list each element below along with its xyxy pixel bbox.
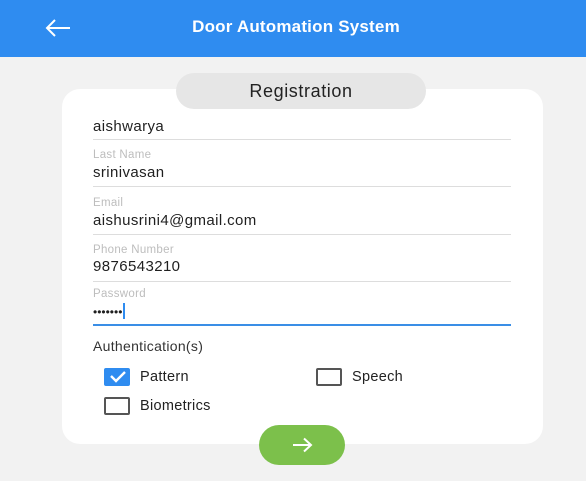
password-field[interactable]: Password ••••••• xyxy=(93,288,511,326)
arrow-right-icon xyxy=(293,437,313,453)
password-label: Password xyxy=(93,288,146,300)
phone-number-label: Phone Number xyxy=(93,244,174,256)
app-title: Door Automation System xyxy=(192,17,400,36)
first-name-field[interactable]: aishwarya xyxy=(93,112,511,140)
email-field[interactable]: Email aishusrini4@gmail.com xyxy=(93,194,511,235)
last-name-field[interactable]: Last Name srinivasan xyxy=(93,146,511,187)
last-name-value: srinivasan xyxy=(93,164,165,181)
text-cursor xyxy=(123,303,126,319)
registration-heading: Registration xyxy=(176,73,426,109)
speech-option[interactable]: Speech xyxy=(316,367,403,387)
biometrics-label: Biometrics xyxy=(140,398,211,414)
speech-checkbox[interactable] xyxy=(316,368,342,386)
email-label: Email xyxy=(93,197,124,209)
phone-number-field[interactable]: Phone Number 9876543210 xyxy=(93,241,511,282)
speech-label: Speech xyxy=(352,369,403,385)
app-bar: Door Automation System xyxy=(0,0,586,57)
email-value: aishusrini4@gmail.com xyxy=(93,212,257,229)
first-name-value: aishwarya xyxy=(93,118,165,135)
pattern-checkbox[interactable] xyxy=(104,368,130,386)
next-button[interactable] xyxy=(259,425,345,465)
phone-number-value: 9876543210 xyxy=(93,258,181,275)
password-value: ••••••• xyxy=(93,305,123,319)
checkmark-icon xyxy=(110,371,126,383)
pattern-label: Pattern xyxy=(140,369,189,385)
last-name-label: Last Name xyxy=(93,149,152,161)
authentication-heading: Authentication(s) xyxy=(93,338,204,354)
pattern-option[interactable]: Pattern xyxy=(104,367,189,387)
password-value-wrap: ••••••• xyxy=(93,303,126,320)
biometrics-checkbox[interactable] xyxy=(104,397,130,415)
biometrics-option[interactable]: Biometrics xyxy=(104,396,211,416)
